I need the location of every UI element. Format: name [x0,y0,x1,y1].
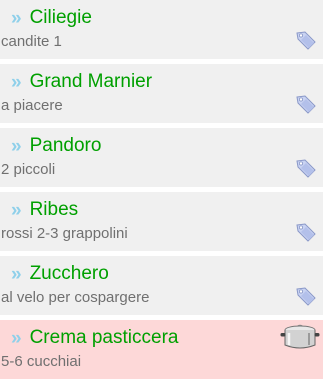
ingredient-title-row: » Zucchero [11,263,109,285]
price-tag-icon[interactable] [294,156,318,180]
ingredient-list: » Ciliegie candite 1 » Grand Marnier a p… [0,0,323,379]
chevron-right-icon: » [11,71,22,93]
price-tag-icon[interactable] [294,92,318,116]
ingredient-title-row: » Ciliegie [11,7,92,29]
ingredient-quantity: rossi 2-3 grappolini [1,225,128,242]
chevron-right-icon: » [11,199,22,221]
ingredient-name: Ribes [29,199,79,220]
ingredient-item-crema-pasticcera[interactable]: » Crema pasticcera 5-6 cucchiai [0,320,323,379]
ingredient-quantity: a piacere [1,97,63,114]
ingredient-title-row: » Grand Marnier [11,71,152,93]
chevron-right-icon: » [11,263,22,285]
ingredient-quantity: al velo per cospargere [1,289,150,306]
price-tag-icon[interactable] [294,284,318,308]
ingredient-name: Zucchero [29,263,109,284]
ingredient-title-row: » Pandoro [11,135,101,157]
ingredient-item-ciliegie[interactable]: » Ciliegie candite 1 [0,0,323,59]
chevron-right-icon: » [11,135,22,157]
price-tag-icon[interactable] [294,220,318,244]
price-tag-icon[interactable] [294,28,318,52]
ingredient-quantity: 5-6 cucchiai [1,353,82,370]
ingredient-title-row: » Ribes [11,199,78,221]
ingredient-item-ribes[interactable]: » Ribes rossi 2-3 grappolini [0,192,323,251]
ingredient-quantity: 2 piccoli [1,161,56,178]
ingredient-name: Grand Marnier [29,71,153,92]
ingredient-item-pandoro[interactable]: » Pandoro 2 piccoli [0,128,323,187]
ingredient-quantity: candite 1 [1,33,62,50]
ingredient-item-grand-marnier[interactable]: » Grand Marnier a piacere [0,64,323,123]
ingredient-title-row: » Crema pasticcera [11,327,178,349]
ingredient-name: Ciliegie [29,7,92,28]
ingredient-item-zucchero[interactable]: » Zucchero al velo per cospargere [0,256,323,315]
ingredient-name: Crema pasticcera [29,327,179,348]
chevron-right-icon: » [11,327,22,349]
chevron-right-icon: » [11,7,22,29]
ingredient-name: Pandoro [29,135,102,156]
cooking-pot-icon[interactable] [280,322,320,352]
